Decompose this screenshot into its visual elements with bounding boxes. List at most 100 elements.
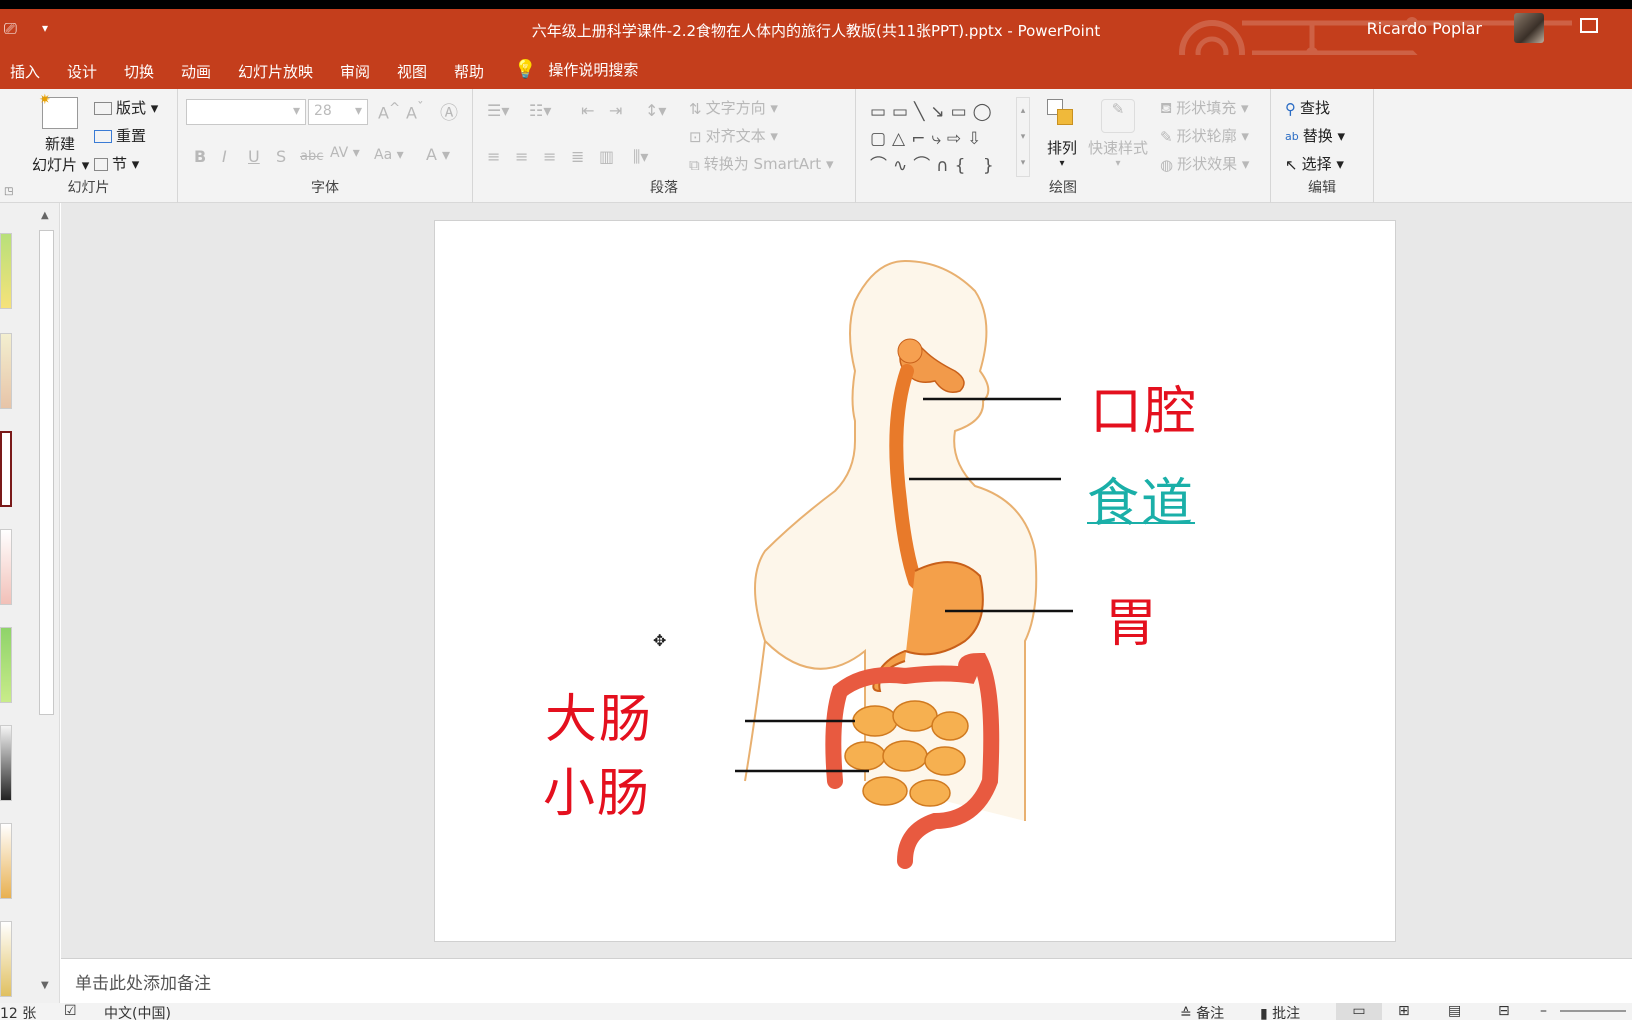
smartart-icon: ⧉ [689,155,700,174]
shadow-icon[interactable]: S [276,147,286,166]
increase-font-icon[interactable]: A^ [378,101,400,122]
language-indicator[interactable]: 中文(中国) [104,1003,171,1023]
zoom-out-icon[interactable]: – [1540,1003,1547,1019]
decrease-indent-icon[interactable]: ⇤ [581,101,594,120]
char-spacing-icon[interactable]: AV ▾ [330,145,360,161]
slide-thumbnail[interactable] [0,921,12,997]
scroll-down-icon[interactable]: ▼ [41,980,49,991]
layout-icon [94,102,112,115]
bullets-icon[interactable]: ☰▾ [487,101,509,120]
section-button[interactable]: 节 ▾ [94,153,139,174]
align-text-button[interactable]: ⊡ 对齐文本 ▾ [689,125,778,146]
text-direction-icon: ⇅ [689,99,702,118]
section-icon [94,158,108,171]
change-case-icon[interactable]: Aa ▾ [374,147,404,163]
normal-view-icon[interactable]: ▭ [1336,1003,1382,1020]
replace-icon: ab [1285,130,1299,143]
slideshow-view-icon[interactable]: ⊟ [1498,1003,1510,1019]
smartart-button[interactable]: ⧉ 转换为 SmartArt ▾ [689,153,833,174]
find-button[interactable]: ⚲ 查找 [1285,97,1330,118]
notes-pane[interactable]: 单击此处添加备注 [61,958,1632,1003]
tab-transitions[interactable]: 切换 [124,61,154,82]
notes-toggle[interactable]: ≙ 备注 [1180,1003,1224,1023]
tab-help[interactable]: 帮助 [454,61,484,82]
reading-view-icon[interactable]: ▤ [1448,1003,1461,1019]
text-direction-button[interactable]: ⇅ 文字方向 ▾ [689,97,778,118]
quick-styles-icon: ✎ [1101,99,1135,133]
font-group-label: 字体 [311,180,339,196]
strikethrough-icon[interactable]: abc [300,149,323,164]
columns-icon[interactable]: ⫼▾ [633,147,648,167]
shapes-gallery[interactable]: ▭▭╲↘▭◯ ▢△⌐⤷⇨⇩ ⌒∿⌒∩{ } [870,99,1030,179]
italic-icon[interactable]: I [222,147,227,166]
paragraph-group: ☰▾ ☷▾ ⇤ ⇥ ↕▾ ⇅ 文字方向 ▾ ⊡ 对齐文本 ▾ ⧉ 转换为 SmartA… [473,89,856,203]
bold-icon[interactable]: B [194,147,206,166]
shape-fill-button[interactable]: ⛾ 形状填充 ▾ [1160,97,1249,119]
increase-indent-icon[interactable]: ⇥ [609,101,622,120]
dialog-launcher-icon[interactable]: ◳ [4,186,13,197]
align-center-icon[interactable]: ≡ [515,147,528,166]
slide-thumbnail[interactable] [0,627,12,703]
ribbon-display-options-icon[interactable] [1580,18,1598,33]
layout-button[interactable]: 版式 ▾ [94,97,158,118]
avatar[interactable] [1514,13,1544,43]
comments-toggle[interactable]: ▮ 批注 [1260,1003,1300,1023]
quick-styles-button[interactable]: ✎ 快速样式 ▾ [1088,99,1148,169]
slide-thumbnail[interactable] [0,529,12,605]
status-bar: 12 张 ☑ 中文(中国) ≙ 备注 ▮ 批注 ▭ ⊞ ▤ ⊟ – [0,1003,1632,1023]
tab-view[interactable]: 视图 [397,61,427,82]
arrange-button[interactable]: 排列 ▾ [1042,99,1082,169]
reset-button[interactable]: 重置 [94,125,146,146]
tab-insert[interactable]: 插入 [10,61,40,82]
slide-thumbnail[interactable] [0,233,12,309]
scroll-thumb[interactable] [39,230,54,715]
lightbulb-icon: 💡 [514,59,537,80]
pen-icon: ✎ [1160,127,1173,146]
distributed-icon[interactable]: ▥ [599,147,614,166]
spellcheck-icon[interactable]: ☑ [64,1003,77,1019]
scroll-up-icon[interactable]: ▲ [41,210,49,221]
font-color-icon[interactable]: A ▾ [426,145,450,164]
cursor-icon: ↖ [1285,155,1298,174]
label-stomach: 胃 [1105,594,1160,654]
slide-sorter-icon[interactable]: ⊞ [1398,1003,1410,1019]
label-esophagus-link[interactable]: 食道 [1087,461,1195,536]
slide-thumbnail[interactable] [0,823,12,899]
shape-effects-button[interactable]: ◍ 形状效果 ▾ [1160,153,1249,174]
justify-icon[interactable]: ≣ [571,147,584,166]
numbering-icon[interactable]: ☷▾ [529,101,551,120]
notes-placeholder[interactable]: 单击此处添加备注 [75,969,211,994]
new-slide-label: 新建 [44,135,75,153]
quick-styles-label: 快速样式 [1088,139,1149,157]
slide-thumbnail[interactable] [0,333,12,409]
select-button[interactable]: ↖ 选择 ▾ [1285,153,1344,174]
decrease-font-icon[interactable]: Aˇ [406,101,424,122]
slide[interactable]: 口腔 食道 胃 大肠 小肠 ✥ [434,220,1396,942]
tab-animations[interactable]: 动画 [181,61,211,82]
slide-thumbnail[interactable] [0,725,12,801]
label-small-intestine: 小肠 [543,764,652,824]
tell-me-search[interactable]: 💡 操作说明搜索 [514,59,638,80]
font-size-combo[interactable]: 28 ▾ [308,99,368,125]
tab-slideshow[interactable]: 幻灯片放映 [238,61,313,82]
clear-formatting-icon[interactable]: Ⓐ [440,99,458,125]
zoom-slider[interactable] [1560,1010,1626,1012]
label-mouth: 口腔 [1090,382,1199,442]
shapes-gallery-scroll[interactable]: ▴ ▾ ▾ [1016,97,1030,177]
slide-thumbnail-selected[interactable] [0,431,12,507]
font-name-combo[interactable]: ▾ [186,99,306,125]
user-name[interactable]: Ricardo Poplar [1367,19,1482,38]
line-spacing-icon[interactable]: ↕▾ [645,101,666,120]
thumbnail-scrollbar[interactable]: ▲ ▼ [38,210,55,1000]
title-bar: ⎚ ▾ 六年级上册科学课件-2.2食物在人体内的旅行人教版(共11张PPT).p… [0,9,1632,86]
paint-bucket-icon: ⛾ [1160,98,1173,117]
new-slide-button[interactable]: ✷ 新建 幻灯片 ▾ [32,92,89,175]
align-left-icon[interactable]: ≡ [487,147,500,166]
replace-button[interactable]: ab 替换 ▾ [1285,125,1345,146]
shape-outline-button[interactable]: ✎ 形状轮廓 ▾ [1160,125,1249,146]
tab-review[interactable]: 审阅 [340,61,370,82]
underline-icon[interactable]: U [248,147,260,166]
new-slide-icon: ✷ [39,92,78,129]
align-right-icon[interactable]: ≡ [543,147,556,166]
tab-design[interactable]: 设计 [67,61,97,82]
